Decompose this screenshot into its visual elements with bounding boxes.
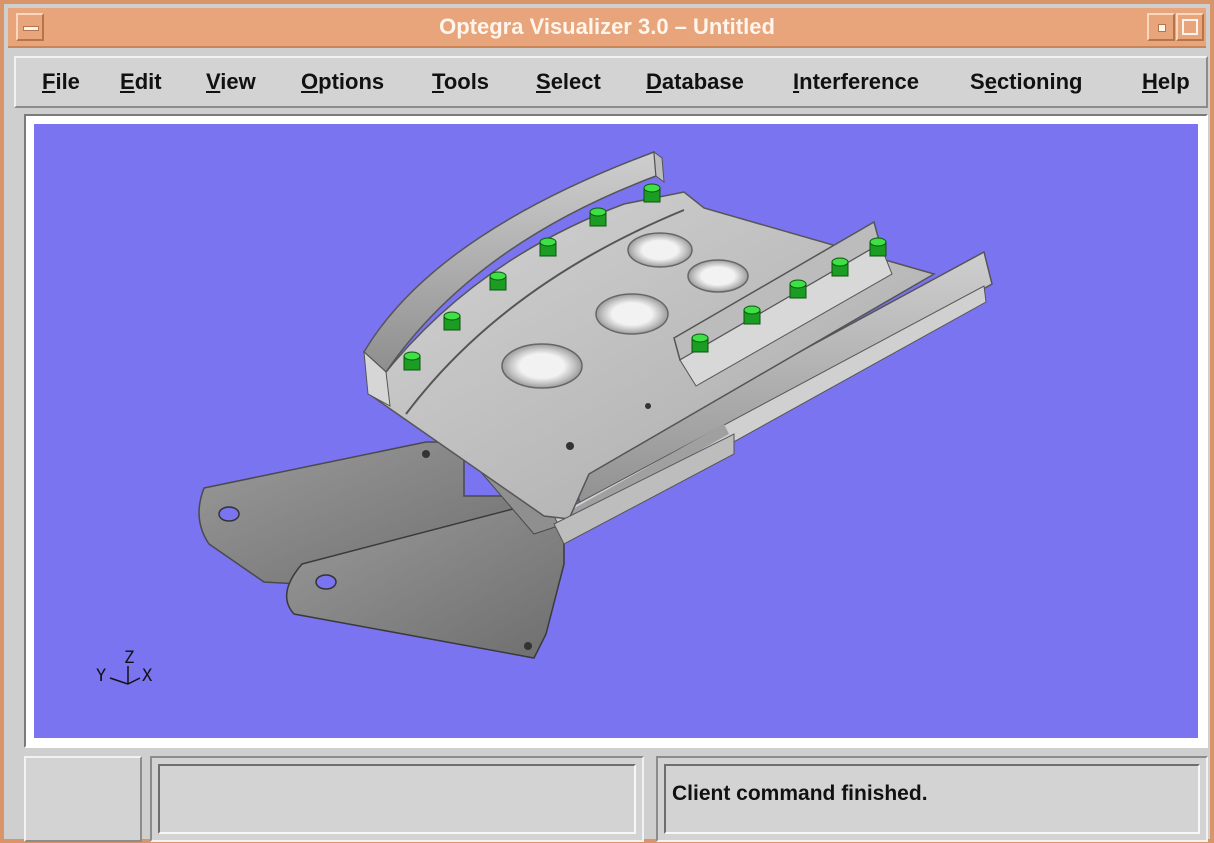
maximize-icon bbox=[1182, 19, 1198, 35]
fastener[interactable] bbox=[691, 333, 709, 353]
graphics-viewport-frame: Z Y X bbox=[24, 114, 1208, 748]
status-message: Client command finished. bbox=[672, 782, 928, 805]
triad-x-label: X bbox=[142, 666, 153, 686]
fastener[interactable] bbox=[489, 271, 507, 291]
menu-sectioning[interactable]: Sectioning bbox=[970, 69, 1082, 95]
3d-bracket-model[interactable] bbox=[34, 124, 1198, 738]
plate-hole-2 bbox=[595, 293, 669, 335]
fastener[interactable] bbox=[403, 351, 421, 371]
menu-tools[interactable]: Tools bbox=[432, 69, 489, 95]
status-pane-left bbox=[24, 756, 142, 842]
menu-view[interactable]: View bbox=[206, 69, 256, 95]
plate-hole-4 bbox=[687, 259, 749, 293]
fastener[interactable] bbox=[831, 257, 849, 277]
graphics-viewport[interactable]: Z Y X bbox=[34, 124, 1198, 738]
menu-file[interactable]: File bbox=[42, 69, 80, 95]
front-leg-hole bbox=[315, 574, 337, 590]
menu-interference[interactable]: Interference bbox=[793, 69, 919, 95]
fastener[interactable] bbox=[443, 311, 461, 331]
rear-leg-hole bbox=[218, 506, 240, 522]
maximize-button[interactable] bbox=[1176, 13, 1204, 41]
title-bar[interactable]: Optegra Visualizer 3.0 – Untitled bbox=[8, 8, 1206, 48]
window-title: Optegra Visualizer 3.0 – Untitled bbox=[439, 14, 775, 39]
menu-edit[interactable]: Edit bbox=[120, 69, 162, 95]
application-window: Optegra Visualizer 3.0 – Untitled File E… bbox=[0, 0, 1214, 843]
menu-database[interactable]: Database bbox=[646, 69, 744, 95]
plate-hole-1 bbox=[501, 343, 583, 389]
plate-hole-3 bbox=[627, 232, 693, 268]
fastener[interactable] bbox=[789, 279, 807, 299]
minimize-button[interactable] bbox=[1147, 13, 1175, 41]
status-pane-message: Client command finished. bbox=[656, 756, 1208, 842]
fastener[interactable] bbox=[869, 237, 887, 257]
menu-bar: File Edit View Options Tools Select Data… bbox=[14, 56, 1208, 108]
menu-help[interactable]: Help bbox=[1142, 69, 1190, 95]
triad-y-label: Y bbox=[96, 666, 107, 686]
menu-options[interactable]: Options bbox=[301, 69, 384, 95]
fastener[interactable] bbox=[743, 305, 761, 325]
minimize-icon bbox=[1158, 24, 1166, 32]
fastener[interactable] bbox=[589, 207, 607, 227]
fastener[interactable] bbox=[643, 183, 661, 203]
menu-select[interactable]: Select bbox=[536, 69, 601, 95]
triad-axes-icon bbox=[109, 666, 141, 685]
fastener[interactable] bbox=[539, 237, 557, 257]
status-pane-middle bbox=[150, 756, 644, 842]
